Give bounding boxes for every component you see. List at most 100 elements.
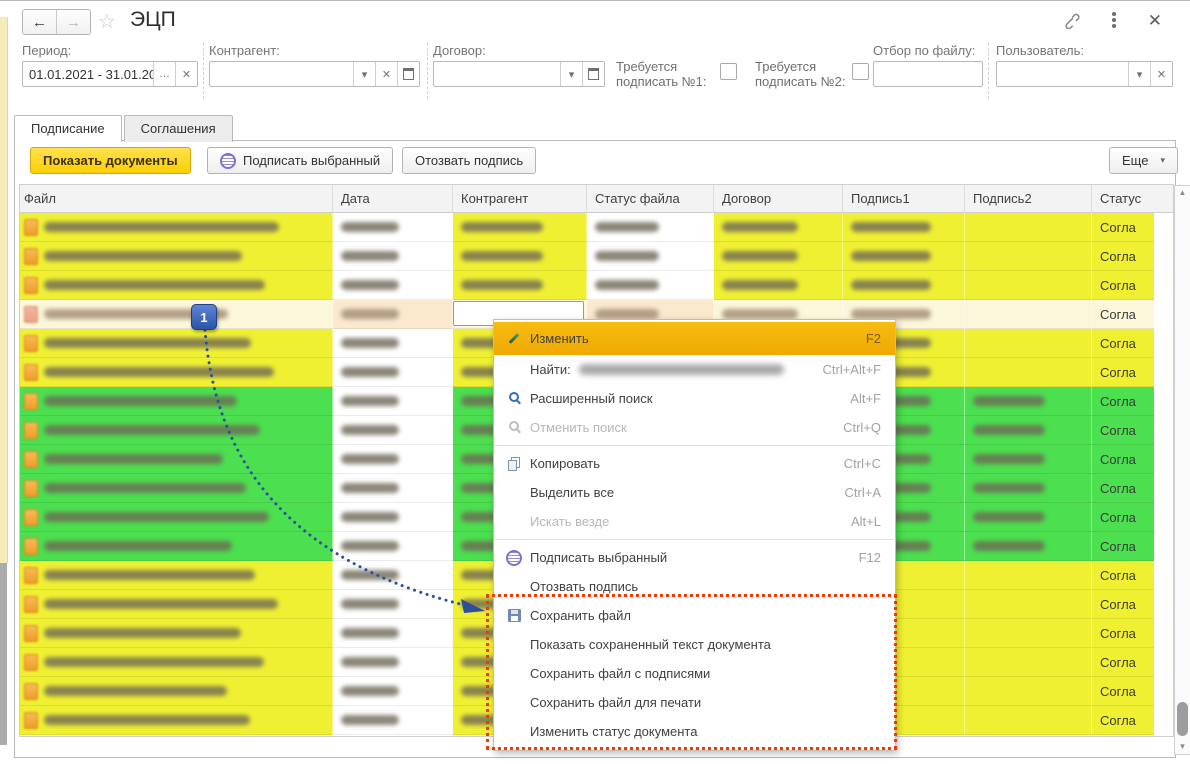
filter-bar: Период: 01.01.2021 - 31.01.20 … ✕ Контра… [14,41,1190,103]
scrollbar-thumb[interactable] [1177,702,1188,736]
back-button[interactable]: ← [23,10,56,34]
counterparty-value[interactable] [210,62,353,86]
menu-item-label: Показать сохраненный текст документа [530,637,771,652]
column-header-file-status[interactable]: Статус файла [587,185,714,212]
signature2-cell [965,445,1092,474]
menu-item-9[interactable]: Подписать выбранныйF12 [494,543,895,572]
table-row[interactable]: Согла [20,213,1173,242]
menu-item-14[interactable]: Сохранить файл для печати [494,688,895,717]
show-documents-button[interactable]: Показать документы [30,147,191,174]
redacted-counterparty [461,222,543,232]
menu-item-15[interactable]: Изменить статус документа [494,717,895,746]
forward-button[interactable]: → [56,10,90,34]
favorite-star-icon[interactable]: ☆ [98,9,116,34]
column-header-contract[interactable]: Договор [714,185,843,212]
counterparty-clear-button[interactable]: ✕ [375,62,397,86]
redacted-signature2-date [973,425,1045,435]
status-cell: Согла [1092,300,1154,329]
close-icon[interactable]: ✕ [1148,12,1162,29]
link-icon[interactable] [1062,11,1080,29]
file-filter-label: Отбор по файлу: [873,43,975,58]
sign-stamp-icon [506,550,522,566]
menu-item-shortcut: Alt+F [850,391,881,406]
menu-item-13[interactable]: Сохранить файл с подписями [494,659,895,688]
menu-item-shortcut: Ctrl+Alt+F [822,362,881,377]
menu-item-0[interactable]: ИзменитьF2 [494,322,895,355]
column-header-status[interactable]: Статус [1092,185,1154,212]
user-field: ▾ ✕ [996,61,1173,87]
revoke-signature-button[interactable]: Отозвать подпись [402,147,536,174]
docked-panel-edge-lower[interactable] [0,563,7,745]
redacted-date [341,222,399,232]
column-header-file[interactable]: Файл [20,185,333,212]
column-header-counterparty[interactable]: Контрагент [453,185,587,212]
menu-item-10[interactable]: Отозвать подпись [494,572,895,601]
menu-item-1[interactable]: Найти:Ctrl+Alt+F [494,355,895,384]
contract-choose-icon[interactable] [582,62,604,86]
menu-item-label: Сохранить файл [530,608,631,623]
period-field: 01.01.2021 - 31.01.20 … ✕ [22,61,198,87]
menu-item-11[interactable]: Сохранить файл [494,601,895,630]
redacted-signature2-date [973,396,1045,406]
sign-selected-button[interactable]: Подписать выбранный [207,147,393,174]
status-cell: Согла [1092,329,1154,358]
signature2-cell [965,387,1092,416]
file-filter-value[interactable] [874,62,982,86]
date-cell [333,300,453,329]
menu-item-2[interactable]: Расширенный поискAlt+F [494,384,895,413]
menu-item-label: Отозвать подпись [530,579,638,594]
period-ellipsis-button[interactable]: … [153,62,175,86]
redacted-counterparty [461,251,543,261]
vertical-scrollbar[interactable]: ▲ ▼ [1174,185,1190,755]
redacted-date [341,657,399,667]
redacted-signature1-date [851,280,931,290]
date-cell [333,329,453,358]
need-sign1-checkbox[interactable] [720,63,737,80]
signature2-cell [965,213,1092,242]
need-sign2-checkbox[interactable] [852,63,869,80]
table-row[interactable]: Согла [20,242,1173,271]
contract-value[interactable] [434,62,560,86]
user-value[interactable] [997,62,1128,86]
contract-dropdown-icon[interactable]: ▾ [560,62,582,86]
user-dropdown-icon[interactable]: ▾ [1128,62,1150,86]
more-kebab-icon[interactable] [1112,18,1116,22]
redacted-date [341,338,399,348]
menu-item-label: Сохранить файл для печати [530,695,701,710]
menu-item-6[interactable]: Выделить всеCtrl+A [494,478,895,507]
save-file-icon [508,609,521,622]
period-clear-button[interactable]: ✕ [175,62,197,86]
column-header-date[interactable]: Дата [333,185,453,212]
document-icon [24,509,38,526]
docked-panel-edge[interactable] [0,17,8,563]
counterparty-dropdown-icon[interactable]: ▾ [353,62,375,86]
contract-label: Договор: [433,43,486,58]
signature2-cell [965,706,1092,735]
column-header-signature2[interactable]: Подпись2 [965,185,1092,212]
tab-signing[interactable]: Подписание [14,115,122,142]
table-row[interactable]: Согла [20,271,1173,300]
date-cell [333,416,453,445]
date-cell [333,590,453,619]
file-cell [20,561,333,590]
date-cell [333,271,453,300]
status-cell: Согла [1092,445,1154,474]
tab-agreements[interactable]: Соглашения [124,115,233,142]
menu-item-5[interactable]: КопироватьCtrl+C [494,449,895,478]
redacted-file-name [44,686,227,696]
redacted-date [341,425,399,435]
scroll-down-icon[interactable]: ▼ [1175,740,1190,754]
menu-item-12[interactable]: Показать сохраненный текст документа [494,630,895,659]
period-value[interactable]: 01.01.2021 - 31.01.20 [23,62,153,86]
back-arrow-icon: ← [32,14,47,31]
more-button[interactable]: Еще▾ [1109,147,1178,174]
status-cell: Согла [1092,677,1154,706]
nav-history-group: ← → [22,9,91,35]
column-header-signature1[interactable]: Подпись1 [843,185,965,212]
counterparty-choose-icon[interactable] [397,62,419,86]
redacted-date [341,309,399,319]
sign-stamp-icon [504,550,524,566]
scroll-up-icon[interactable]: ▲ [1175,186,1190,200]
user-clear-button[interactable]: ✕ [1150,62,1172,86]
sign-stamp-icon [220,153,236,169]
